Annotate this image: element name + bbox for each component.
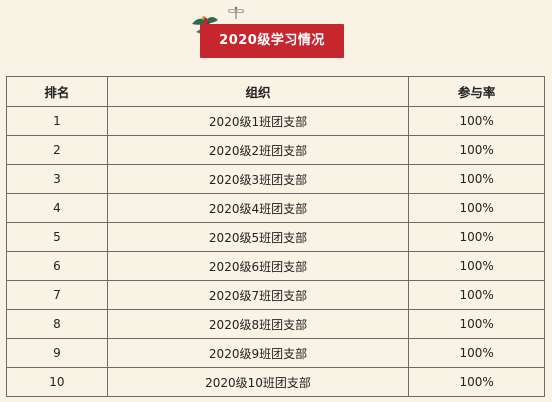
rank-cell: 8 xyxy=(6,309,108,339)
table-row: 3 2020级3班团支部 100% xyxy=(6,164,545,194)
header-rank: 排名 xyxy=(6,76,108,107)
rate-cell: 100% xyxy=(408,309,545,339)
dragonfly-icon xyxy=(228,6,244,19)
table-row: 2 2020级2班团支部 100% xyxy=(6,135,545,165)
rank-cell: 6 xyxy=(6,251,108,281)
page: 2020级学习情况 排名 组织 参与率 1 2020级1班团支部 100% 2 … xyxy=(0,0,552,402)
table-row: 9 2020级9班团支部 100% xyxy=(6,338,545,368)
organization-cell: 2020级8班团支部 xyxy=(106,309,410,339)
rate-cell: 100% xyxy=(408,164,545,194)
rank-cell: 10 xyxy=(6,367,108,397)
rank-cell: 5 xyxy=(6,222,108,252)
table-row: 4 2020级4班团支部 100% xyxy=(6,193,545,223)
rank-cell: 4 xyxy=(6,193,108,223)
organization-cell: 2020级7班团支部 xyxy=(106,280,410,310)
organization-cell: 2020级2班团支部 xyxy=(106,135,410,165)
rank-cell: 7 xyxy=(6,280,108,310)
table-row: 7 2020级7班团支部 100% xyxy=(6,280,545,310)
table-header-row: 排名 组织 参与率 xyxy=(6,76,545,107)
page-title: 2020级学习情况 xyxy=(219,33,325,48)
rate-cell: 100% xyxy=(408,251,545,281)
flag-pole xyxy=(204,18,207,58)
rank-cell: 9 xyxy=(6,338,108,368)
organization-cell: 2020级10班团支部 xyxy=(106,367,410,397)
organization-cell: 2020级4班团支部 xyxy=(106,193,410,223)
rate-cell: 100% xyxy=(408,135,545,165)
rate-cell: 100% xyxy=(408,193,545,223)
organization-cell: 2020级9班团支部 xyxy=(106,338,410,368)
table-row: 5 2020级5班团支部 100% xyxy=(6,222,545,252)
rate-cell: 100% xyxy=(408,106,545,136)
rank-cell: 3 xyxy=(6,164,108,194)
organization-cell: 2020级6班团支部 xyxy=(106,251,410,281)
table-row: 1 2020级1班团支部 100% xyxy=(6,106,545,136)
rate-cell: 100% xyxy=(408,367,545,397)
table-row: 8 2020级8班团支部 100% xyxy=(6,309,545,339)
ranking-table: 排名 组织 参与率 1 2020级1班团支部 100% 2 2020级2班团支部… xyxy=(6,76,545,397)
title-banner-group: 2020级学习情况 xyxy=(188,4,358,60)
organization-cell: 2020级1班团支部 xyxy=(106,106,410,136)
rank-cell: 2 xyxy=(6,135,108,165)
page-title-banner: 2020级学习情况 xyxy=(200,18,344,58)
header-participation-rate: 参与率 xyxy=(408,76,545,107)
rate-cell: 100% xyxy=(408,338,545,368)
rate-cell: 100% xyxy=(408,280,545,310)
table-row: 10 2020级10班团支部 100% xyxy=(6,367,545,397)
table-row: 6 2020级6班团支部 100% xyxy=(6,251,545,281)
organization-cell: 2020级5班团支部 xyxy=(106,222,410,252)
organization-cell: 2020级3班团支部 xyxy=(106,164,410,194)
rank-cell: 1 xyxy=(6,106,108,136)
rate-cell: 100% xyxy=(408,222,545,252)
header-organization: 组织 xyxy=(106,76,410,107)
